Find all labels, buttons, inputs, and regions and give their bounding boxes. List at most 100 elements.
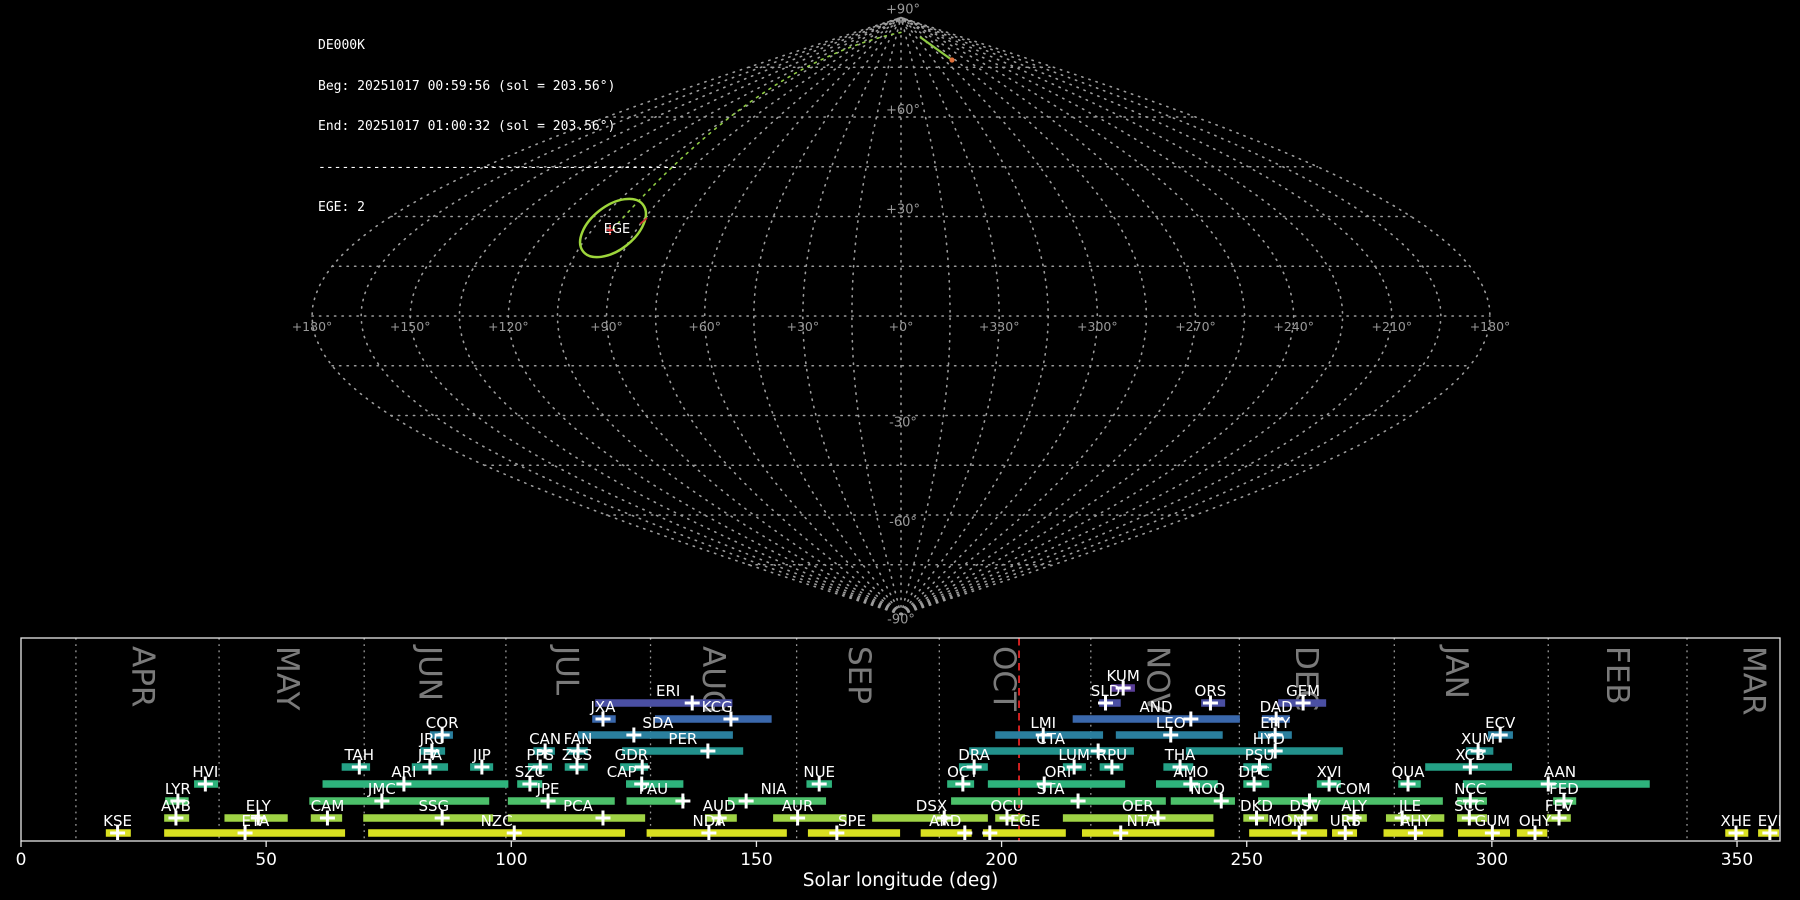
longitude-label: +330° [979, 319, 1020, 334]
shower-label-AHY: AHY [1400, 812, 1432, 830]
shower-label-PSU: PSU [1245, 746, 1275, 764]
shower-label-NZC: NZC [481, 812, 513, 830]
longitude-label: +180° [292, 319, 333, 334]
meteor-radiant-screen: +90° -90° +60° +30° -30° -60° +180° +150° +120° +… [0, 0, 1800, 900]
shower-label-RPU: RPU [1097, 746, 1127, 764]
shower-label-NUE: NUE [803, 763, 835, 781]
latitude-label: -60° [889, 515, 917, 530]
x-axis-title: Solar longitude (deg) [803, 870, 998, 891]
longitude-label: +90° [590, 319, 623, 334]
shower-bar-MON [1249, 829, 1328, 837]
longitude-label: +240° [1273, 319, 1314, 334]
longitude-label: +180° [1470, 319, 1511, 334]
shower-label-PCA: PCA [563, 797, 594, 815]
shower-label-ORS: ORS [1195, 682, 1227, 700]
shower-bar-GUM [1458, 829, 1511, 837]
shower-label-SZC: SZC [515, 763, 545, 781]
shower-label-SSG: SSG [418, 797, 449, 815]
month-label-OCT: OCT [986, 646, 1022, 712]
shower-label-NTA: NTA [1127, 812, 1157, 830]
shower-label-XCB: XCB [1455, 746, 1485, 764]
longitude-label: +270° [1175, 319, 1216, 334]
shower-label-AUR: AUR [782, 797, 814, 815]
shower-bar-NDA [646, 829, 787, 837]
shower-bar-NZC [368, 829, 626, 837]
shower-label-DRA: DRA [958, 746, 990, 764]
shower-label-SPE: SPE [838, 812, 866, 830]
longitude-label: +30° [787, 319, 820, 334]
x-tick-label: 100 [495, 850, 527, 870]
shower-label-ORI: ORI [1045, 763, 1072, 781]
graticule-meridian [703, 16, 902, 616]
month-label-MAY: MAY [269, 646, 305, 711]
shower-label-COM: COM [1336, 780, 1371, 798]
shower-label-NIA: NIA [761, 780, 788, 798]
shower-label-FED: FED [1549, 780, 1579, 798]
shower-label-URS: URS [1330, 812, 1361, 830]
shower-label-QUA: QUA [1392, 763, 1426, 781]
shower-bar-SPE [807, 829, 901, 837]
end-time: End: 20251017 01:00:32 (sol = 203.56°) [318, 119, 616, 134]
shower-bar-ETA [164, 829, 346, 837]
shower-label-PAU: PAU [639, 780, 668, 798]
shower-labels: KUMERI SLD ORS GEMJXA KCG AND DADCOR SDA LMI LEO E… [103, 667, 1782, 830]
shower-label-AMO: AMO [1173, 763, 1208, 781]
shower-label-LYR: LYR [165, 780, 191, 798]
graticule-meridian [900, 16, 1246, 616]
longitude-label: +150° [390, 319, 431, 334]
shower-label-NOO: NOO [1190, 780, 1225, 798]
graticule-meridian [900, 16, 1442, 616]
shower-label-XVI: XVI [1317, 763, 1342, 781]
x-tick-label: 0 [16, 850, 27, 870]
shower-label-AAN: AAN [1544, 763, 1576, 781]
shower-label-JPE: JPE [536, 780, 560, 798]
station-code: DE000K [318, 38, 365, 53]
x-tick-label: 250 [1230, 850, 1262, 870]
shower-label-ARD: ARD [929, 812, 961, 830]
longitude-label: +210° [1372, 319, 1413, 334]
shower-bar-JPE [507, 797, 615, 805]
shower-label-TAH: TAH [344, 746, 375, 764]
shower-label-GDR: GDR [615, 746, 649, 764]
shower-bar-PCA [507, 814, 646, 822]
x-tick-label: 200 [985, 850, 1017, 870]
longitude-label: +60° [688, 319, 721, 334]
graticule-meridian [752, 16, 902, 616]
pole-label-south: -90° [887, 613, 915, 628]
latitude-label: +60° [886, 103, 920, 118]
shower-bar-ARI [322, 780, 509, 788]
longitude-label: +120° [488, 319, 529, 334]
month-label-APR: APR [125, 646, 161, 707]
shower-label-PPS: PPS [526, 746, 554, 764]
shower-label-JIP: JIP [472, 746, 491, 764]
latitude-label: +30° [886, 202, 920, 217]
shower-bar-AUR [773, 814, 847, 822]
shower-label-PER: PER [668, 730, 697, 748]
graticule-meridian [900, 16, 1148, 616]
shower-label-LEO: LEO [1156, 714, 1186, 732]
shower-label-JMC: JMC [367, 780, 396, 798]
shower-label-EVI: EVI [1758, 812, 1782, 830]
shower-label-STA: STA [1037, 780, 1066, 798]
shower-label-DPC: DPC [1239, 763, 1270, 781]
observation-header: DE000K Beg: 20251017 00:59:56 (sol = 203… [318, 12, 678, 242]
x-tick-label: 50 [255, 850, 277, 870]
month-label-JUL: JUL [549, 644, 585, 696]
shower-label-AVB: AVB [161, 797, 191, 815]
shower-label-EGE: EGE [1010, 812, 1041, 830]
shower-label-CAM: CAM [311, 797, 345, 815]
longitude-label: +300° [1077, 319, 1118, 334]
shower-label-CAP: CAP [607, 763, 637, 781]
shower-label-OCT: OCT [947, 763, 979, 781]
shower-label-NCC: NCC [1454, 780, 1486, 798]
x-tick-label: 350 [1721, 850, 1753, 870]
shower-count: EGE: 2 [318, 200, 365, 215]
shower-label-KCG: KCG [702, 698, 733, 716]
shower-label-XHE: XHE [1721, 812, 1752, 830]
month-label-FEB: FEB [1599, 646, 1635, 705]
shower-label-KSE: KSE [103, 812, 132, 830]
shower-label-ZCS: ZCS [562, 746, 592, 764]
shower-label-NDA: NDA [692, 812, 726, 830]
shower-label-SLD: SLD [1091, 682, 1120, 700]
month-label-SEP: SEP [841, 646, 877, 704]
